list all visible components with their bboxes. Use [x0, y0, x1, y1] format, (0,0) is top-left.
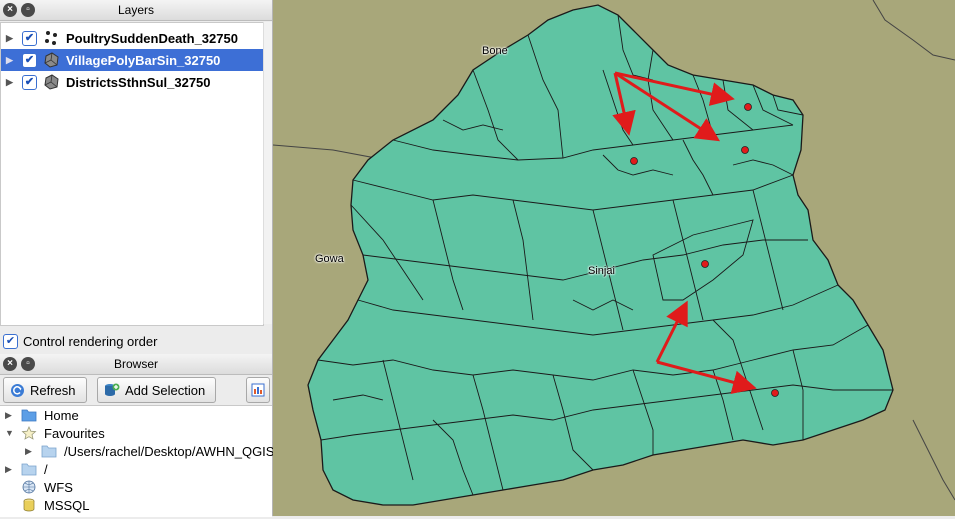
map-svg[interactable]: [272, 0, 955, 516]
layer-label: VillagePolyBarSin_32750: [66, 52, 221, 68]
close-panel-icon[interactable]: ×: [3, 3, 17, 17]
point-marker[interactable]: [744, 103, 752, 111]
add-selection-button[interactable]: Add Selection: [97, 377, 216, 403]
star-icon: [21, 426, 37, 440]
layer-item-villages[interactable]: ▶ ✔ VillagePolyBarSin_32750: [1, 49, 263, 71]
close-panel-icon[interactable]: ×: [3, 357, 17, 371]
refresh-icon: [11, 383, 24, 397]
layer-visibility-checkbox[interactable]: ✔: [22, 30, 37, 46]
control-rendering-label: Control rendering order: [23, 333, 158, 349]
collapse-arrow-icon[interactable]: ▼: [5, 428, 15, 438]
control-rendering-checkbox[interactable]: ✔: [3, 333, 18, 349]
expand-arrow-icon[interactable]: ▶: [5, 410, 15, 421]
browser-item-label: WFS: [44, 479, 73, 495]
layer-visibility-checkbox[interactable]: ✔: [22, 52, 37, 68]
expand-arrow-icon[interactable]: ▶: [6, 33, 18, 44]
collapse-all-button[interactable]: [246, 377, 270, 403]
layer-visibility-checkbox[interactable]: ✔: [22, 74, 37, 90]
layer-item-poultry[interactable]: ▶ ✔ PoultrySuddenDeath_32750: [1, 27, 263, 49]
folder-icon: [21, 463, 37, 476]
map-canvas[interactable]: Bone Gowa Sinjai: [272, 0, 955, 516]
point-marker[interactable]: [701, 260, 709, 268]
browser-item-home[interactable]: ▶ Home: [0, 406, 79, 424]
browser-panel-title: Browser: [113, 357, 158, 371]
float-panel-icon[interactable]: ▫: [21, 357, 35, 371]
left-sidebar: × ▫ Layers ▶ ✔ PoultrySuddenDeath_32750 …: [0, 0, 274, 517]
expand-arrow-icon[interactable]: ▶: [25, 446, 35, 457]
layer-item-districts[interactable]: ▶ ✔ DistrictsSthnSul_32750: [1, 71, 263, 93]
layers-scrollbar[interactable]: [263, 22, 272, 324]
float-panel-icon[interactable]: ▫: [21, 3, 35, 17]
expand-arrow-icon[interactable]: ▶: [5, 464, 15, 475]
expand-arrow-icon[interactable]: ▶: [6, 55, 18, 66]
expand-arrow-icon[interactable]: ▶: [6, 77, 18, 88]
browser-item-wfs[interactable]: WFS: [0, 478, 73, 496]
map-label-bone: Bone: [482, 45, 508, 57]
browser-toolbar: Refresh Add Selection: [0, 375, 272, 405]
layer-label: PoultrySuddenDeath_32750: [66, 30, 238, 46]
globe-icon: [22, 480, 36, 494]
point-marker[interactable]: [771, 389, 779, 397]
browser-item-label: /Users/rachel/Desktop/AWHN_QGIS: [64, 443, 275, 459]
layers-panel-header: × ▫ Layers: [0, 0, 272, 21]
browser-item-label: Favourites: [44, 425, 105, 441]
database-icon: [23, 498, 35, 512]
layer-label: DistrictsSthnSul_32750: [66, 74, 211, 90]
browser-item-label: Home: [44, 407, 79, 423]
folder-icon: [21, 409, 37, 422]
browser-item-label: MSSQL: [44, 497, 90, 513]
refresh-button[interactable]: Refresh: [3, 377, 87, 403]
folder-icon: [41, 445, 57, 458]
browser-item-root[interactable]: ▶ /: [0, 460, 48, 478]
point-layer-icon: [45, 31, 57, 45]
point-marker[interactable]: [630, 157, 638, 165]
map-label-gowa: Gowa: [315, 253, 344, 265]
layers-panel-title: Layers: [117, 3, 155, 17]
point-marker[interactable]: [741, 146, 749, 154]
browser-item-label: /: [44, 461, 48, 477]
browser-panel-header: × ▫ Browser: [0, 354, 272, 375]
polygon-layer-icon: [44, 52, 59, 68]
browser-tree: ▶ Home ▼ Favourites ▶ /Users/rachel/Desk…: [0, 405, 274, 517]
refresh-label: Refresh: [30, 382, 76, 398]
layers-list: ▶ ✔ PoultrySuddenDeath_32750 ▶ ✔ Village…: [0, 22, 264, 326]
control-rendering-order[interactable]: ✔ Control rendering order: [0, 332, 157, 350]
polygon-layer-icon: [44, 74, 59, 90]
add-selection-label: Add Selection: [125, 382, 206, 398]
add-layer-icon: [105, 383, 120, 396]
map-label-sinjai: Sinjai: [588, 265, 615, 277]
browser-item-mssql[interactable]: MSSQL: [0, 496, 90, 514]
browser-item-favourite-folder[interactable]: ▶ /Users/rachel/Desktop/AWHN_QGIS: [20, 442, 274, 460]
browser-item-favourites[interactable]: ▼ Favourites: [0, 424, 105, 442]
properties-icon: [251, 383, 265, 397]
